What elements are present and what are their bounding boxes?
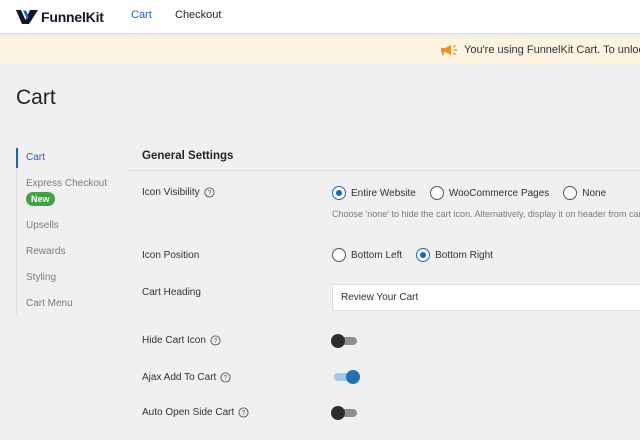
icon-visibility-options: Entire Website WooCommerce Pages None — [332, 186, 620, 200]
hide-cart-icon-label-text: Hide Cart Icon — [142, 335, 206, 346]
sidebar-item-styling[interactable]: Styling — [26, 272, 56, 283]
radio-label: None — [582, 187, 607, 199]
radio-woocommerce-pages[interactable]: WooCommerce Pages — [429, 186, 550, 200]
radio-button[interactable] — [429, 186, 444, 200]
upgrade-notice: You're using FunnelKit Cart. To unlock m… — [0, 38, 640, 64]
section-title: General Settings — [142, 150, 234, 162]
sidebar-item-express-checkout[interactable]: Express Checkout — [26, 178, 107, 189]
svg-text:?: ? — [224, 375, 228, 382]
ajax-add-to-cart-label: Ajax Add To Cart ? — [142, 372, 231, 383]
section-divider — [128, 170, 640, 171]
radio-button-checked[interactable] — [332, 186, 346, 200]
page-title: Cart — [16, 86, 56, 109]
radio-label: Bottom Left — [351, 249, 403, 261]
cart-heading-input[interactable]: Review Your Cart — [332, 284, 640, 311]
cart-heading-label: Cart Heading — [142, 287, 201, 298]
funnelkit-logo[interactable]: FunnelKit — [16, 6, 104, 28]
auto-open-side-cart-label-text: Auto Open Side Cart — [142, 407, 235, 418]
top-bar: FunnelKit Cart Checkout — [0, 0, 640, 34]
radio-none[interactable]: None — [563, 186, 606, 200]
radio-button[interactable] — [563, 186, 578, 200]
active-indicator — [16, 148, 18, 168]
radio-bottom-left[interactable]: Bottom Left — [332, 248, 402, 262]
auto-open-side-cart-toggle[interactable] — [331, 406, 358, 420]
icon-position-label: Icon Position — [142, 250, 200, 261]
help-icon[interactable]: ? — [220, 372, 231, 383]
sidebar-item-cart[interactable]: Cart — [26, 152, 45, 163]
settings-side-menu: Cart Express Checkout New Upsells Reward… — [16, 146, 116, 314]
brand-name: FunnelKit — [41, 9, 104, 25]
toggle-knob — [331, 334, 345, 348]
radio-label: Entire Website — [351, 187, 416, 199]
tab-cart[interactable]: Cart — [131, 0, 152, 34]
auto-open-side-cart-label: Auto Open Side Cart ? — [142, 407, 249, 418]
radio-button-checked[interactable] — [416, 248, 431, 262]
new-badge: New — [26, 192, 55, 206]
svg-text:?: ? — [214, 338, 218, 345]
tab-checkout[interactable]: Checkout — [175, 0, 221, 34]
icon-visibility-hint: Choose 'none' to hide the cart icon. Alt… — [332, 209, 640, 219]
toggle-knob — [331, 406, 345, 420]
help-icon[interactable]: ? — [210, 335, 221, 346]
hide-cart-icon-toggle[interactable] — [331, 334, 358, 348]
help-icon[interactable]: ? — [204, 187, 215, 198]
ajax-add-to-cart-toggle[interactable] — [332, 370, 360, 384]
toggle-knob — [346, 370, 360, 384]
svg-text:?: ? — [242, 410, 246, 417]
ajax-add-to-cart-label-text: Ajax Add To Cart — [142, 372, 217, 383]
radio-button[interactable] — [332, 248, 346, 262]
icon-position-options: Bottom Left Bottom Right — [332, 248, 507, 262]
radio-entire-website[interactable]: Entire Website — [332, 186, 416, 200]
radio-bottom-right[interactable]: Bottom Right — [416, 248, 493, 262]
funnelkit-logo-icon — [16, 10, 38, 24]
hide-cart-icon-label: Hide Cart Icon ? — [142, 335, 221, 346]
icon-visibility-label: Icon Visibility ? — [142, 187, 215, 198]
icon-visibility-label-text: Icon Visibility — [142, 187, 200, 198]
sidebar-item-cart-menu[interactable]: Cart Menu — [26, 298, 73, 309]
sidebar-item-rewards[interactable]: Rewards — [26, 246, 65, 257]
radio-label: WooCommerce Pages — [448, 187, 550, 199]
megaphone-icon — [441, 44, 457, 56]
notice-text: You're using FunnelKit Cart. To unlock m… — [464, 44, 640, 56]
sidebar-item-upsells[interactable]: Upsells — [26, 220, 59, 231]
help-icon[interactable]: ? — [238, 407, 249, 418]
radio-label: Bottom Right — [435, 249, 493, 261]
svg-text:?: ? — [207, 190, 211, 197]
